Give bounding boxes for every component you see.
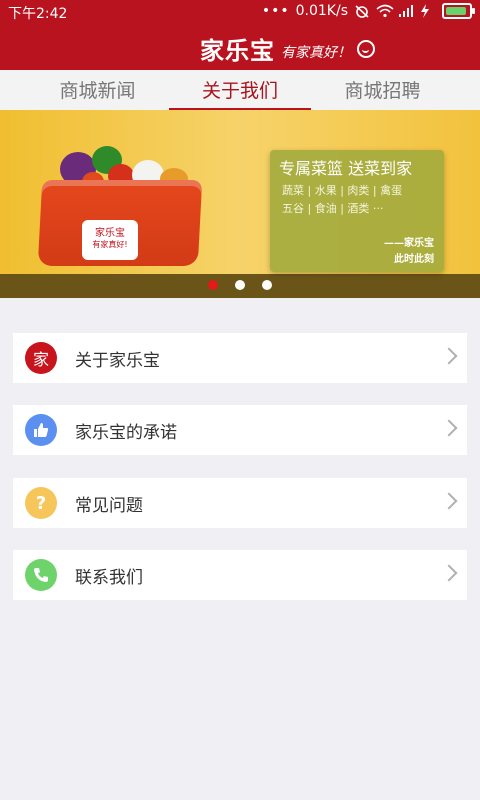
promo-line-2: 五谷 | 食油 | 酒类 ··· xyxy=(282,202,384,215)
signal-icon xyxy=(398,4,414,18)
chevron-right-icon xyxy=(440,564,458,582)
charging-icon xyxy=(420,4,436,18)
menu-item-faq[interactable]: ? 常见问题 xyxy=(13,478,467,528)
brand-name: 家乐宝 xyxy=(200,37,275,65)
promo-line-1: 蔬菜 | 水果 | 肉类 | 禽蛋 xyxy=(282,184,403,197)
brand-logo: 家乐宝 有家真好！ xyxy=(200,28,375,66)
home-logo-glyph: 家 xyxy=(32,350,49,369)
wifi-icon xyxy=(376,4,394,18)
phone-icon xyxy=(25,559,57,591)
app-header: 下午2:42 ••• 0.01K/s 家乐宝 有家真好！ xyxy=(0,0,480,70)
tab-about-label: 关于我们 xyxy=(201,80,278,102)
tab-recruit-label: 商城招聘 xyxy=(344,80,421,102)
thumbs-up-icon xyxy=(25,414,57,446)
status-right: ••• 0.01K/s xyxy=(261,3,475,19)
promo-sign-2: 此时此刻 xyxy=(394,254,434,265)
pager-dot-3[interactable] xyxy=(262,280,272,290)
pager-dot-2[interactable] xyxy=(235,280,245,290)
more-dots-icon: ••• xyxy=(261,3,290,19)
chevron-right-icon xyxy=(440,347,458,365)
chevron-right-icon xyxy=(440,419,458,437)
menu-item-contact-label: 联系我们 xyxy=(75,567,143,588)
network-speed: 0.01K/s xyxy=(295,3,348,19)
question-icon: ? xyxy=(25,487,57,519)
tab-about[interactable]: 关于我们 xyxy=(169,76,311,112)
battery-icon xyxy=(442,3,475,19)
status-bar: 下午2:42 ••• 0.01K/s xyxy=(0,0,480,24)
brand-slogan: 有家真好！ xyxy=(281,45,351,61)
tab-news-label: 商城新闻 xyxy=(59,80,136,102)
alarm-off-icon xyxy=(354,4,370,18)
tab-news[interactable]: 商城新闻 xyxy=(40,76,155,110)
basket-label-sub: 有家真好! xyxy=(92,240,128,249)
promo-title: 专属菜篮 送菜到家 xyxy=(279,159,413,178)
promo-banner[interactable]: 家乐宝 有家真好! 专属菜篮 送菜到家 蔬菜 | 水果 | 肉类 | 禽蛋 五谷… xyxy=(0,110,480,298)
menu-item-about-label: 关于家乐宝 xyxy=(75,350,160,371)
menu-item-promise[interactable]: 家乐宝的承诺 xyxy=(13,405,467,455)
tab-recruit[interactable]: 商城招聘 xyxy=(325,76,440,110)
chevron-right-icon xyxy=(440,492,458,510)
menu-item-promise-label: 家乐宝的承诺 xyxy=(75,422,177,443)
question-glyph: ? xyxy=(35,492,47,514)
menu-item-contact[interactable]: 联系我们 xyxy=(13,550,467,600)
basket-label: 家乐宝 有家真好! xyxy=(82,220,138,260)
pager-dot-1[interactable] xyxy=(208,280,218,290)
home-logo-icon: 家 xyxy=(25,342,57,374)
status-time: 下午2:42 xyxy=(8,6,68,22)
basket-label-text: 家乐宝 xyxy=(95,228,125,239)
promo-sign-1: ——家乐宝 xyxy=(384,238,434,249)
banner-pager xyxy=(208,280,272,290)
tab-bar: 商城新闻 关于我们 商城招聘 xyxy=(0,70,480,112)
promo-card: 专属菜篮 送菜到家 蔬菜 | 水果 | 肉类 | 禽蛋 五谷 | 食油 | 酒类… xyxy=(270,150,444,272)
smile-icon xyxy=(357,40,375,58)
menu-item-faq-label: 常见问题 xyxy=(75,495,143,516)
menu-item-about[interactable]: 家 关于家乐宝 xyxy=(13,333,467,383)
